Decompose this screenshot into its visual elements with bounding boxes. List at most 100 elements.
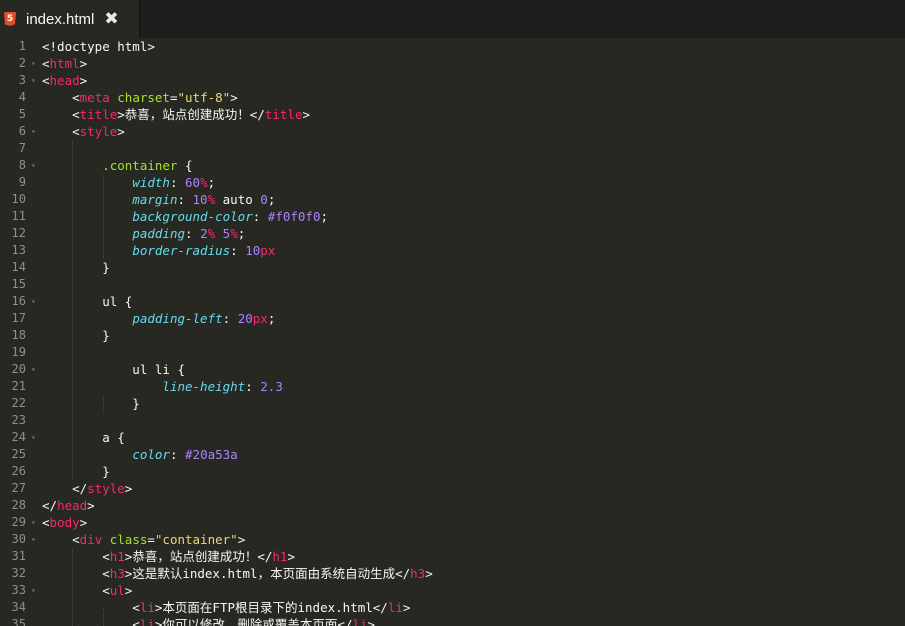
code-line[interactable]: 35 <li>你可以修改、删除或覆盖本页面</li> (0, 616, 905, 626)
close-icon[interactable]: ✖ (104, 9, 118, 29)
fold-arrow-icon[interactable]: ▾ (31, 514, 36, 531)
line-number: 24 (11, 430, 26, 444)
indent-guide (103, 608, 104, 626)
line-code: } (42, 259, 110, 276)
code-line[interactable]: 30 ▾ <div class="container"> (0, 531, 905, 548)
code-token: < (42, 90, 80, 105)
line-code: line-height: 2.3 (42, 378, 283, 395)
code-token: { (109, 430, 125, 445)
line-code: <meta charset="utf-8"> (42, 89, 238, 106)
line-code: <!doctype html> (42, 38, 155, 55)
code-token: ; (320, 209, 329, 224)
code-token: < (42, 549, 110, 564)
code-line[interactable]: 34 <li>本页面在FTP根目录下的index.html</li> (0, 599, 905, 616)
code-line[interactable]: 29 ▾ <body> (0, 514, 905, 531)
line-code: padding-left: 20px; (42, 310, 275, 327)
code-token: : (169, 447, 186, 462)
code-token: background-color (132, 209, 253, 224)
code-line[interactable]: 9 width: 60%; (0, 174, 905, 191)
code-token: > (79, 56, 88, 71)
line-number: 6 (18, 124, 26, 138)
code-token: < (42, 566, 110, 581)
code-line[interactable]: 1 <!doctype html> (0, 38, 905, 55)
code-line[interactable]: 21 line-height: 2.3 (0, 378, 905, 395)
code-line[interactable]: 2 ▾ <html> (0, 55, 905, 72)
code-token: h3 (410, 566, 426, 581)
code-line[interactable]: 11 background-color: #f0f0f0; (0, 208, 905, 225)
code-line[interactable]: 14 } (0, 259, 905, 276)
code-token: < (42, 532, 80, 547)
indent-guide (72, 140, 73, 480)
tab-index-html[interactable]: 5 index.html ✖ (0, 0, 140, 38)
fold-arrow-icon[interactable]: ▾ (31, 361, 36, 378)
code-token: 10 (245, 243, 261, 258)
line-number: 10 (11, 192, 26, 206)
code-line[interactable]: 8 ▾ .container { (0, 157, 905, 174)
code-line[interactable]: 31 <h1>恭喜，站点创建成功！</h1> (0, 548, 905, 565)
code-line[interactable]: 12 padding: 2% 5%; (0, 225, 905, 242)
code-token: h1 (109, 549, 125, 564)
line-code: <html> (42, 55, 87, 72)
line-code: <div class="container"> (42, 531, 245, 548)
code-line[interactable]: 33 ▾ <ul> (0, 582, 905, 599)
code-token: 2.3 (260, 379, 283, 394)
code-token: ul (42, 294, 118, 309)
code-lines: 1 <!doctype html> 2 ▾ <html> 3 ▾ <head> 4 <meta … (0, 38, 905, 626)
code-line[interactable]: 22 } (0, 395, 905, 412)
code-line[interactable]: 19 (0, 344, 905, 361)
code-token: > (287, 549, 295, 564)
line-number: 32 (11, 566, 26, 580)
fold-arrow-icon[interactable]: ▾ (31, 531, 36, 548)
line-code: } (42, 327, 110, 344)
code-token: head (49, 73, 80, 88)
code-line[interactable]: 27 </style> (0, 480, 905, 497)
code-token: : (177, 192, 193, 207)
code-line[interactable]: 17 padding-left: 20px; (0, 310, 905, 327)
code-token: ul li (42, 362, 170, 377)
code-token: px (252, 311, 268, 326)
code-token: px (260, 243, 276, 258)
code-token: > (79, 515, 88, 530)
code-line[interactable]: 3 ▾ <head> (0, 72, 905, 89)
line-number: 16 (11, 294, 26, 308)
code-token: >恭喜，站点创建成功！</ (124, 549, 273, 564)
fold-arrow-icon[interactable]: ▾ (31, 123, 36, 140)
code-line[interactable]: 13 border-radius: 10px (0, 242, 905, 259)
code-token: body (49, 515, 80, 530)
code-line[interactable]: 5 <title>恭喜，站点创建成功！</title> (0, 106, 905, 123)
code-line[interactable]: 7 (0, 140, 905, 157)
code-line[interactable]: 10 margin: 10% auto 0; (0, 191, 905, 208)
code-token: : (169, 175, 186, 190)
fold-arrow-icon[interactable]: ▾ (31, 429, 36, 446)
code-line[interactable]: 28 </head> (0, 497, 905, 514)
code-token: h1 (272, 549, 288, 564)
code-line[interactable]: 16 ▾ ul { (0, 293, 905, 310)
code-line[interactable]: 6 ▾ <style> (0, 123, 905, 140)
code-editor[interactable]: 1 <!doctype html> 2 ▾ <html> 3 ▾ <head> 4 <meta … (0, 38, 905, 626)
fold-arrow-icon[interactable]: ▾ (31, 55, 36, 72)
fold-arrow-icon[interactable]: ▾ (31, 157, 36, 174)
code-line[interactable]: 24 ▾ a { (0, 429, 905, 446)
code-token: ; (207, 175, 216, 190)
code-line[interactable]: 4 <meta charset="utf-8"> (0, 89, 905, 106)
line-code: ul li { (42, 361, 185, 378)
code-token: : (185, 226, 201, 241)
fold-arrow-icon[interactable]: ▾ (31, 72, 36, 89)
code-token: >本页面在FTP根目录下的index.html</ (154, 600, 388, 615)
code-line[interactable]: 32 <h3>这是默认index.html，本页面由系统自动生成</h3> (0, 565, 905, 582)
fold-arrow-icon[interactable]: ▾ (31, 293, 36, 310)
fold-arrow-icon[interactable]: ▾ (31, 582, 36, 599)
code-line[interactable]: 15 (0, 276, 905, 293)
line-number: 11 (11, 209, 26, 223)
line-number: 28 (11, 498, 26, 512)
code-token: % (207, 226, 216, 241)
code-line[interactable]: 23 (0, 412, 905, 429)
code-line[interactable]: 26 } (0, 463, 905, 480)
code-line[interactable]: 20 ▾ ul li { (0, 361, 905, 378)
code-line[interactable]: 18 } (0, 327, 905, 344)
line-code: .container { (42, 157, 192, 174)
code-line[interactable]: 25 color: #20a53a (0, 446, 905, 463)
